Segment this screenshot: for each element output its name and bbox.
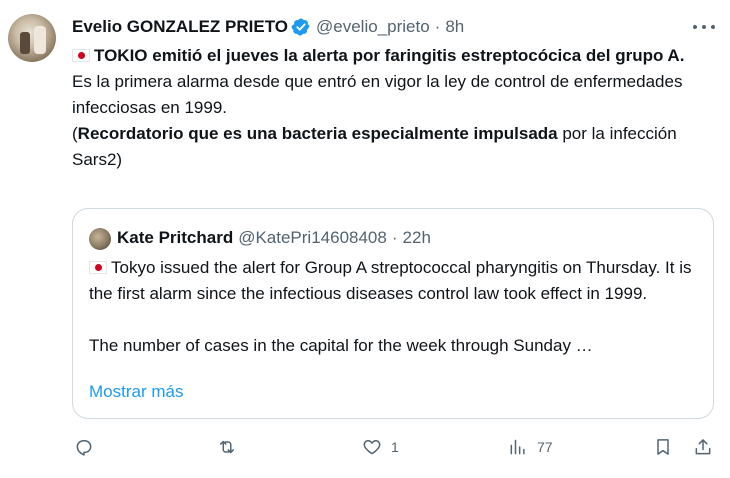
- views-chart-icon: [510, 439, 525, 455]
- show-more-link[interactable]: Mostrar más: [89, 379, 183, 405]
- share-button[interactable]: [693, 432, 713, 462]
- quoted-author-handle: @KatePri14608408: [238, 228, 387, 247]
- author-handle[interactable]: @evelio_prieto: [316, 17, 430, 37]
- quoted-paragraph-2: The number of cases in the capital for t…: [89, 336, 593, 355]
- like-button[interactable]: 1: [362, 432, 399, 462]
- author-avatar[interactable]: [8, 14, 56, 62]
- quoted-tweet-header: Kate Pritchard @KatePri14608408 · 22h: [117, 225, 431, 251]
- tweet-text: TOKIO emitió el jueves la alerta por far…: [72, 43, 712, 173]
- tweet-reminder: (Recordatorio que es una bacteria especi…: [72, 124, 677, 169]
- quoted-tweet-card[interactable]: Kate Pritchard @KatePri14608408 · 22h To…: [72, 208, 714, 419]
- tweet-headline: TOKIO emitió el jueves la alerta por far…: [72, 43, 712, 69]
- author-name[interactable]: Evelio GONZALEZ PRIETO: [72, 17, 288, 37]
- quoted-paragraph-1: Tokyo issued the alert for Group A strep…: [89, 258, 692, 303]
- tweet-header: Evelio GONZALEZ PRIETO @evelio_prieto · …: [72, 15, 464, 39]
- japan-flag-icon: [89, 261, 107, 274]
- quoted-author-avatar: [89, 228, 111, 250]
- quoted-tweet-text: Tokyo issued the alert for Group A strep…: [89, 255, 703, 359]
- japan-flag-icon: [72, 49, 90, 62]
- tweet-paragraph: Es la primera alarma desde que entró en …: [72, 72, 683, 117]
- separator-dot: ·: [391, 228, 398, 247]
- verified-badge-icon: [291, 18, 310, 36]
- more-options-button[interactable]: [693, 16, 715, 38]
- quoted-tweet-timestamp: 22h: [402, 228, 431, 247]
- more-dots-icon: [693, 25, 697, 29]
- heart-icon: [363, 440, 381, 455]
- retweet-button[interactable]: [217, 432, 246, 462]
- share-icon: [695, 439, 711, 455]
- quoted-author-name: Kate Pritchard: [117, 228, 234, 247]
- like-count: 1: [391, 439, 399, 455]
- separator-dot: ·: [434, 17, 441, 36]
- tweet-timestamp[interactable]: 8h: [445, 17, 464, 37]
- reply-button[interactable]: [74, 432, 103, 462]
- views-button[interactable]: 77: [508, 432, 553, 462]
- retweet-icon: [220, 440, 234, 454]
- bookmark-icon: [657, 439, 669, 455]
- reply-icon: [76, 440, 92, 456]
- views-count: 77: [537, 439, 553, 455]
- bookmark-button[interactable]: [653, 432, 673, 462]
- reminder-bold: Recordatorio que es una bacteria especia…: [77, 124, 558, 143]
- tweet-actions-bar: 1 77: [0, 432, 730, 462]
